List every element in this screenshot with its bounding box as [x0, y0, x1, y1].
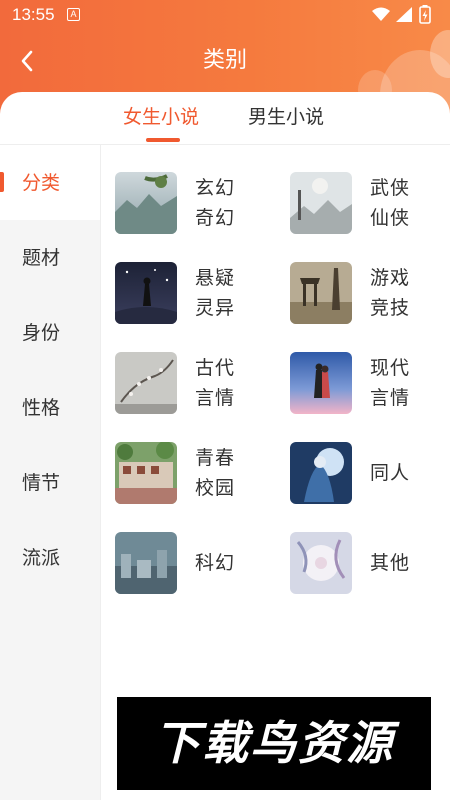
signal-icon	[396, 7, 412, 22]
category-label: 悬疑 灵异	[195, 267, 236, 319]
category-label: 古代 言情	[195, 357, 236, 409]
sidebar-item-identity[interactable]: 身份	[0, 295, 100, 370]
category-item-ancient-romance[interactable]: 古代 言情	[115, 352, 285, 416]
category-item-gaming[interactable]: 游戏 竞技	[290, 262, 450, 326]
sidebar-item-label: 情节	[22, 472, 61, 494]
watermark-text: 下载鸟资源	[154, 716, 394, 770]
category-label: 同人	[370, 462, 411, 484]
category-label: 青春 校园	[195, 447, 236, 499]
content-card: 女生小说 男生小说 分类 题材 身份 性格 情节 流派 玄幻 奇幻 武侠 仙侠 …	[0, 92, 450, 800]
category-grid: 玄幻 奇幻 武侠 仙侠 悬疑 灵异 游戏 竞技 古代 言情 现代 言情 青春 校…	[101, 145, 450, 685]
category-thumbnail	[115, 532, 177, 594]
system-status-icons	[372, 5, 431, 24]
sidebar-item-label: 分类	[22, 172, 61, 194]
category-item-fantasy[interactable]: 玄幻 奇幻	[115, 172, 285, 236]
sidebar-item-label: 性格	[22, 397, 61, 419]
category-label: 玄幻 奇幻	[195, 177, 236, 229]
category-label: 科幻	[195, 552, 236, 574]
category-item-mystery[interactable]: 悬疑 灵异	[115, 262, 285, 326]
category-item-wuxia[interactable]: 武侠 仙侠	[290, 172, 450, 236]
category-thumbnail	[115, 352, 177, 414]
active-indicator	[0, 172, 4, 192]
category-item-sci-fi[interactable]: 科幻	[115, 532, 285, 596]
sidebar: 分类 题材 身份 性格 情节 流派	[0, 145, 100, 800]
category-item-youth-campus[interactable]: 青春 校园	[115, 442, 285, 506]
sidebar-item-plot[interactable]: 情节	[0, 445, 100, 520]
category-thumbnail	[290, 532, 352, 594]
tab-female-novels[interactable]: 女生小说	[123, 104, 199, 130]
category-item-modern-romance[interactable]: 现代 言情	[290, 352, 450, 416]
category-thumbnail	[115, 442, 177, 504]
page-title: 类别	[202, 48, 247, 73]
gender-tabs: 女生小说 男生小说	[0, 92, 450, 145]
sidebar-item-label: 身份	[22, 322, 61, 344]
category-label: 现代 言情	[370, 357, 411, 409]
notification-icon: A	[67, 8, 80, 21]
category-thumbnail	[115, 262, 177, 324]
active-tab-indicator	[146, 138, 180, 142]
sidebar-item-label: 流派	[22, 547, 61, 569]
sidebar-item-genre[interactable]: 流派	[0, 520, 100, 595]
category-thumbnail	[115, 172, 177, 234]
sidebar-item-category[interactable]: 分类	[0, 145, 100, 220]
status-bar: 13:55 A	[0, 0, 450, 30]
category-thumbnail	[290, 442, 352, 504]
watermark-banner: 下载鸟资源	[117, 697, 431, 790]
category-item-fan-fiction[interactable]: 同人	[290, 442, 450, 506]
category-thumbnail	[290, 352, 352, 414]
wifi-icon	[372, 7, 390, 21]
category-thumbnail	[290, 262, 352, 324]
sidebar-item-theme[interactable]: 题材	[0, 220, 100, 295]
category-item-other[interactable]: 其他	[290, 532, 450, 596]
category-thumbnail	[290, 172, 352, 234]
category-label: 游戏 竞技	[370, 267, 411, 319]
sidebar-item-label: 题材	[22, 247, 61, 269]
status-time: 13:55	[12, 5, 55, 24]
tab-male-novels[interactable]: 男生小说	[248, 104, 324, 130]
sidebar-item-personality[interactable]: 性格	[0, 370, 100, 445]
category-label: 其他	[370, 552, 411, 574]
category-label: 武侠 仙侠	[370, 177, 411, 229]
